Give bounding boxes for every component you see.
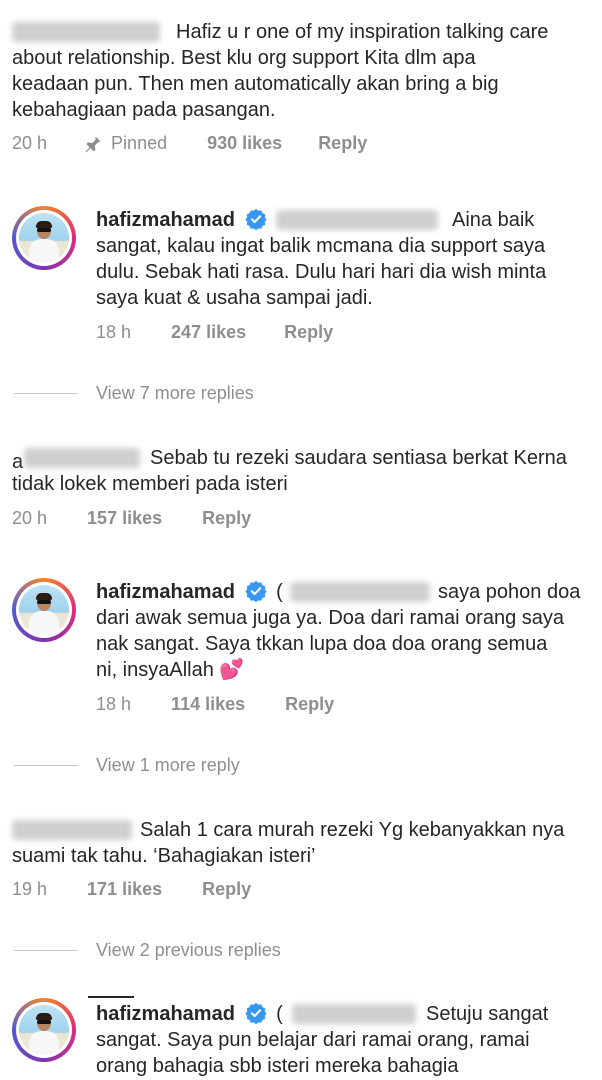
avatar[interactable]: [12, 578, 76, 642]
comment-text-line: Sebab tu rezeki saudara sentiasa berkat …: [150, 447, 567, 469]
comment-meta: 20 h Pinned 930 likes Reply: [12, 133, 367, 154]
username[interactable]: hafizmahamad: [96, 1003, 235, 1025]
reply-button[interactable]: Reply: [285, 694, 334, 715]
comment-text-line: tidak lokek memberi pada isteri: [12, 473, 288, 495]
pin-icon: [85, 136, 101, 152]
mention-paren: (: [276, 581, 283, 603]
reply-meta: 18 h 247 likes Reply: [96, 322, 333, 343]
redacted-mention: [292, 1004, 416, 1024]
divider-line: [14, 393, 78, 394]
comment-text-line: kebahagiaan pada pasangan.: [12, 99, 276, 121]
likes-count[interactable]: 930 likes: [207, 133, 282, 154]
reply-text-line: saya kuat & usaha sampai jadi.: [96, 287, 373, 309]
reply-text-line: ni, insyaAllah 💕: [96, 659, 245, 681]
username[interactable]: hafizmahamad: [96, 209, 235, 231]
reply-text-line: dulu. Sebak hati rasa. Dulu hari hari di…: [96, 261, 547, 283]
reply-text-line: hafizmahamad (: [96, 580, 283, 604]
likes-count[interactable]: 247 likes: [171, 322, 246, 343]
reply-text-line: saya pohon doa: [438, 581, 581, 603]
likes-count[interactable]: 171 likes: [87, 879, 162, 900]
reply-text-line: Aina baik: [452, 209, 535, 231]
mention-paren: (: [276, 1003, 283, 1025]
reply-text-line: dari awak semua juga ya. Doa dari ramai …: [96, 607, 565, 629]
reply-button[interactable]: Reply: [318, 133, 367, 154]
comment-prefix: a: [12, 451, 24, 473]
redacted-username: [12, 22, 160, 42]
divider-line: [14, 950, 78, 951]
reply-text-line: orang bahagia sbb isteri mereka bahagia: [96, 1055, 459, 1077]
comment-text-line: suami tak tahu. ‘Bahagiakan isteri’: [12, 845, 316, 867]
timestamp: 20 h: [12, 133, 48, 153]
verified-badge-icon: [244, 580, 267, 602]
comment-meta: 19 h 171 likes Reply: [12, 879, 251, 900]
reply-button[interactable]: Reply: [284, 322, 333, 343]
redacted-mention: [276, 210, 438, 230]
reply-button[interactable]: Reply: [202, 508, 251, 529]
timestamp: 19 h: [12, 879, 48, 899]
highlight-underline: [88, 996, 134, 998]
comment-meta: 20 h 157 likes Reply: [12, 508, 251, 529]
verified-badge-icon: [244, 208, 267, 230]
comment-text-line: keadaan pun. Then men automatically akan…: [12, 73, 499, 95]
likes-count[interactable]: 157 likes: [87, 508, 162, 529]
view-more-replies[interactable]: View 7 more replies: [96, 383, 254, 404]
reply-text-line: Setuju sangat: [426, 1003, 549, 1025]
pinned-label: Pinned: [111, 133, 168, 153]
timestamp: 18 h: [96, 322, 132, 342]
comment-text-line: Salah 1 cara murah rezeki Yg kebanyakkan…: [140, 819, 565, 841]
divider-line: [14, 765, 78, 766]
reply-text-line: hafizmahamad: [96, 208, 271, 232]
redacted-username: [12, 820, 132, 840]
reply-text-line: sangat, kalau ingat balik mcmana dia sup…: [96, 235, 546, 257]
redacted-mention: [290, 582, 430, 602]
reply-meta: 18 h 114 likes Reply: [96, 694, 334, 715]
verified-badge-icon: [244, 1002, 267, 1024]
username[interactable]: hafizmahamad: [96, 581, 235, 603]
reply-text-line: sangat. Saya pun belajar dari ramai oran…: [96, 1029, 530, 1051]
view-previous-replies[interactable]: View 2 previous replies: [96, 940, 281, 961]
comment-text-line: about relationship. Best klu org support…: [12, 47, 476, 69]
avatar[interactable]: [12, 206, 76, 270]
comment-text-line: Hafiz u r one of my inspiration talking …: [176, 21, 549, 43]
reply-text-line: nak sangat. Saya tkkan lupa doa doa oran…: [96, 633, 548, 655]
timestamp: 18 h: [96, 694, 132, 714]
reply-button[interactable]: Reply: [202, 879, 251, 900]
redacted-username: [24, 448, 140, 468]
likes-count[interactable]: 114 likes: [171, 694, 245, 715]
avatar[interactable]: [12, 998, 76, 1062]
timestamp: 20 h: [12, 508, 48, 528]
reply-text-line: hafizmahamad (: [96, 1002, 283, 1026]
view-more-replies[interactable]: View 1 more reply: [96, 755, 240, 776]
